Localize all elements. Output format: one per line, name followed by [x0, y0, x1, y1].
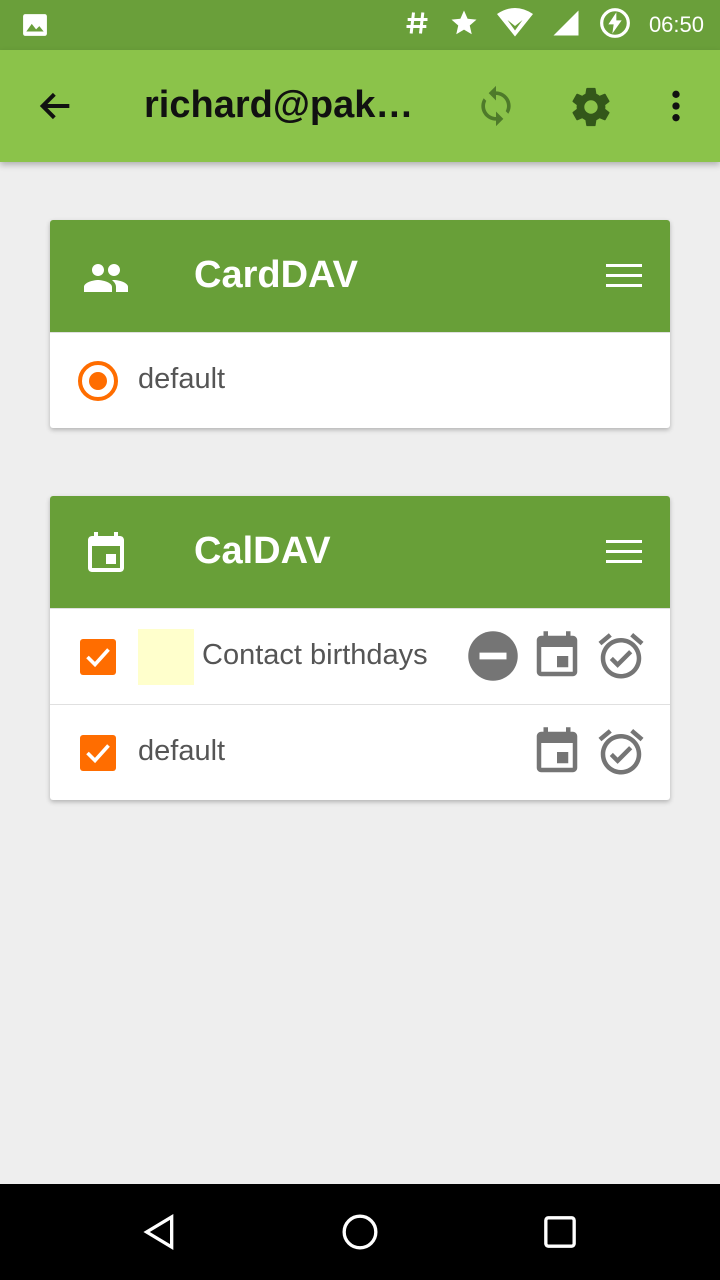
status-time: 06:50: [648, 12, 704, 37]
read-only-icon: [466, 629, 520, 683]
menu-icon[interactable]: [604, 534, 644, 570]
status-bar: 06:50: [0, 0, 720, 50]
recents-nav-icon[interactable]: [540, 1212, 580, 1252]
star-icon: [449, 8, 479, 43]
event-calendar-icon: [530, 629, 584, 683]
list-item[interactable]: Contact birthdays: [50, 608, 670, 704]
back-arrow-icon[interactable]: [36, 86, 76, 126]
page-title: richard@pakk…: [144, 84, 430, 126]
carddav-title: CardDAV: [194, 254, 358, 296]
calendar-label: default: [138, 735, 226, 767]
caldav-header: CalDAV: [50, 496, 670, 608]
carddav-card: CardDAV default: [50, 220, 670, 428]
hash-icon: [403, 8, 431, 43]
app-bar: richard@pakk…: [0, 50, 720, 162]
carddav-header: CardDAV: [50, 220, 670, 332]
list-item[interactable]: default: [50, 704, 670, 800]
home-nav-icon[interactable]: [340, 1212, 380, 1252]
menu-icon[interactable]: [604, 258, 644, 294]
radio-selected[interactable]: [78, 361, 118, 401]
list-item[interactable]: default: [50, 332, 670, 428]
settings-gear-icon[interactable]: [568, 84, 614, 130]
sync-icon[interactable]: [474, 84, 518, 128]
back-nav-icon[interactable]: [140, 1212, 180, 1252]
checkbox-checked[interactable]: [80, 735, 116, 771]
calendar-color-swatch: [138, 629, 194, 685]
more-vert-icon[interactable]: [656, 84, 696, 128]
image-icon: [22, 12, 48, 43]
calendar-label: Contact birthdays: [202, 639, 428, 671]
navigation-bar: [0, 1184, 720, 1280]
event-calendar-icon: [530, 725, 584, 779]
battery-charging-icon: [599, 7, 631, 44]
calendar-icon: [82, 530, 130, 578]
signal-icon: [551, 8, 581, 43]
alarm-check-icon: [594, 725, 648, 779]
checkbox-checked[interactable]: [80, 639, 116, 675]
wifi-icon: [496, 7, 533, 43]
alarm-check-icon: [594, 629, 648, 683]
caldav-title: CalDAV: [194, 530, 331, 572]
address-book-label: default: [138, 363, 226, 395]
contacts-icon: [82, 254, 130, 302]
caldav-card: CalDAV Contact birthdays default: [50, 496, 670, 800]
